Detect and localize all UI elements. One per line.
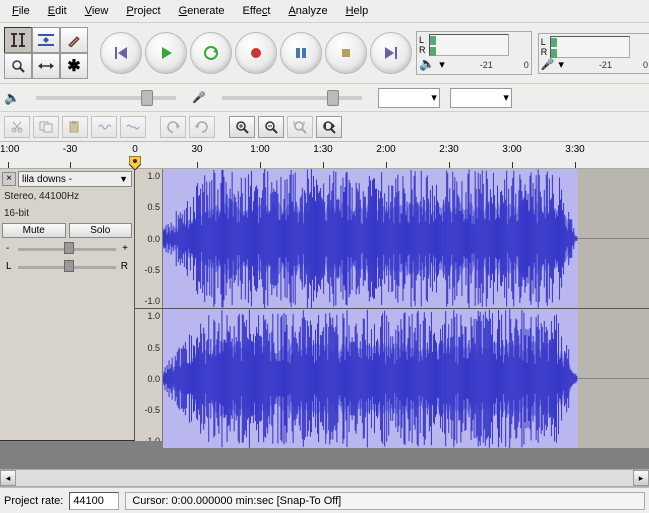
cut-button[interactable] bbox=[4, 116, 30, 138]
amplitude-scale: 1.00.50.0-0.5-1.0 bbox=[135, 169, 163, 308]
menu-file[interactable]: File bbox=[4, 2, 38, 20]
output-meter: LR 🔈 ▾ -210 bbox=[416, 31, 532, 75]
project-rate-label: Project rate: bbox=[4, 495, 63, 507]
solo-button[interactable]: Solo bbox=[69, 223, 133, 238]
skip-start-button[interactable] bbox=[100, 32, 142, 74]
menu-generate[interactable]: Generate bbox=[171, 2, 233, 20]
skip-end-button[interactable] bbox=[370, 32, 412, 74]
meter-l-label: L bbox=[419, 35, 426, 45]
fit-selection-button[interactable] bbox=[287, 116, 313, 138]
meter-menu-icon[interactable]: ▾ bbox=[558, 58, 564, 71]
meters-area: LR 🔈 ▾ -210 LR 🎤 ▾ -210 bbox=[416, 31, 649, 75]
track-area: × lila downs - ▼ Stereo, 44100Hz 16-bit … bbox=[0, 169, 649, 469]
mic-icon: 🎤 bbox=[541, 58, 555, 71]
menu-analyze[interactable]: Analyze bbox=[280, 2, 335, 20]
timeline-ruler[interactable]: -1:00 -30 0 30 1:00 1:30 2:00 2:30 3:00 … bbox=[0, 141, 649, 169]
menu-project[interactable]: Project bbox=[118, 2, 168, 20]
meter-menu-icon[interactable]: ▾ bbox=[439, 58, 445, 71]
track-depth-label: 16-bit bbox=[2, 206, 132, 221]
zoom-out-button[interactable] bbox=[258, 116, 284, 138]
undo-button[interactable] bbox=[160, 116, 186, 138]
menu-effect[interactable]: Effect bbox=[235, 2, 279, 20]
edit-toolbar bbox=[0, 111, 649, 141]
zoom-tool[interactable] bbox=[4, 53, 32, 79]
transport-controls bbox=[100, 32, 412, 74]
status-bar: Project rate: 44100 Cursor: 0:00.000000 … bbox=[0, 487, 649, 513]
waveform-area: 1.00.50.0-0.5-1.0 1.00.50.0-0.5-1.0 bbox=[135, 169, 649, 440]
input-volume-icon: 🎤 bbox=[192, 91, 206, 104]
waveform-left[interactable] bbox=[163, 169, 649, 308]
amplitude-scale: 1.00.50.0-0.5-1.0 bbox=[135, 309, 163, 448]
input-device-combo[interactable]: ▾ bbox=[450, 88, 512, 108]
mixer-toolbar: 🔈 🎤 ▾ ▾ bbox=[0, 83, 649, 111]
track-menu-dropdown[interactable]: lila downs - ▼ bbox=[18, 171, 132, 187]
trim-button[interactable] bbox=[91, 116, 117, 138]
menu-edit[interactable]: Edit bbox=[40, 2, 75, 20]
input-meter: LR 🎤 ▾ -210 bbox=[538, 33, 649, 74]
menu-view[interactable]: View bbox=[77, 2, 117, 20]
paste-button[interactable] bbox=[62, 116, 88, 138]
project-rate-field[interactable]: 44100 bbox=[69, 492, 119, 510]
track-close-button[interactable]: × bbox=[2, 172, 16, 186]
input-volume-slider[interactable] bbox=[222, 96, 362, 100]
input-meter-bars bbox=[550, 36, 630, 58]
selection-tool[interactable] bbox=[4, 27, 32, 53]
track-format-label: Stereo, 44100Hz bbox=[2, 189, 132, 204]
zoom-in-button[interactable] bbox=[229, 116, 255, 138]
waveform-right[interactable] bbox=[163, 309, 649, 448]
horizontal-scrollbar[interactable]: ◂ ▸ bbox=[0, 469, 649, 487]
tool-palette: ✱ bbox=[4, 27, 88, 79]
play-button[interactable] bbox=[145, 32, 187, 74]
timeshift-tool[interactable] bbox=[32, 53, 60, 79]
scroll-right-button[interactable]: ▸ bbox=[633, 470, 649, 486]
stop-button[interactable] bbox=[325, 32, 367, 74]
silence-button[interactable] bbox=[120, 116, 146, 138]
copy-button[interactable] bbox=[33, 116, 59, 138]
fit-project-button[interactable] bbox=[316, 116, 342, 138]
channel-left: 1.00.50.0-0.5-1.0 bbox=[135, 169, 649, 309]
output-volume-slider[interactable] bbox=[36, 96, 176, 100]
output-volume-icon: 🔈 bbox=[4, 90, 20, 106]
pan-slider[interactable]: L R bbox=[2, 258, 132, 274]
audio-track: × lila downs - ▼ Stereo, 44100Hz 16-bit … bbox=[0, 169, 649, 441]
output-device-combo[interactable]: ▾ bbox=[378, 88, 440, 108]
output-meter-bars bbox=[429, 34, 509, 56]
envelope-tool[interactable] bbox=[32, 27, 60, 53]
channel-right: 1.00.50.0-0.5-1.0 bbox=[135, 309, 649, 448]
record-button[interactable] bbox=[235, 32, 277, 74]
multi-tool[interactable]: ✱ bbox=[60, 53, 88, 79]
menu-help[interactable]: Help bbox=[338, 2, 377, 20]
pause-button[interactable] bbox=[280, 32, 322, 74]
track-header: × lila downs - ▼ Stereo, 44100Hz 16-bit … bbox=[0, 169, 135, 440]
gain-slider[interactable]: - + bbox=[2, 240, 132, 256]
speaker-icon: 🔈 bbox=[419, 56, 435, 72]
draw-tool[interactable] bbox=[60, 27, 88, 53]
cursor-position-label: Cursor: 0:00.000000 min:sec [Snap-To Off… bbox=[125, 492, 645, 510]
mute-button[interactable]: Mute bbox=[2, 223, 66, 238]
meter-r-label: R bbox=[419, 45, 426, 55]
scroll-left-button[interactable]: ◂ bbox=[0, 470, 16, 486]
loop-button[interactable] bbox=[190, 32, 232, 74]
redo-button[interactable] bbox=[189, 116, 215, 138]
main-toolbar: ✱ LR 🔈 ▾ -210 LR 🎤 bbox=[0, 23, 649, 83]
menu-bar: File Edit View Project Generate Effect A… bbox=[0, 0, 649, 23]
